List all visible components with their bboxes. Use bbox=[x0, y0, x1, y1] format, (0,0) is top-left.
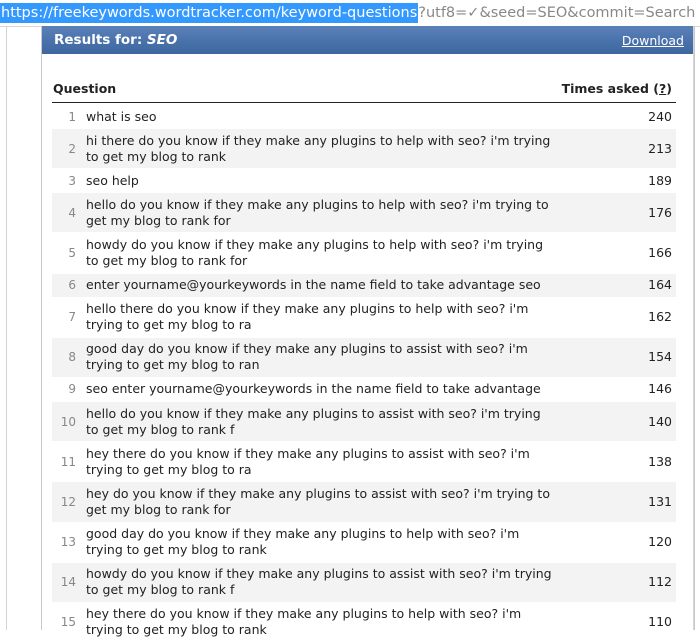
question-text: hey there do you know if they make any p… bbox=[86, 606, 522, 638]
question-text: hey do you know if they make any plugins… bbox=[86, 485, 550, 517]
address-bar[interactable]: https://freekeywords.wordtracker.com/key… bbox=[0, 0, 700, 27]
times-asked-count: 131 bbox=[648, 493, 672, 509]
question-text: hello do you know if they make any plugi… bbox=[86, 196, 549, 228]
row-number: 12 bbox=[60, 494, 76, 509]
row-number: 14 bbox=[60, 575, 76, 590]
table-row: 9 seo enter yourname@yourkeywords in the … bbox=[52, 378, 676, 402]
question-text: seo enter yourname@yourkeywords in the n… bbox=[86, 381, 541, 397]
row-number: 5 bbox=[68, 245, 76, 260]
question-text: what is seo bbox=[86, 108, 157, 124]
question-text: seo help bbox=[86, 172, 139, 188]
times-asked-count: 164 bbox=[648, 277, 672, 293]
times-asked-count: 140 bbox=[648, 413, 672, 429]
table-row: 6 enter yourname@yourkeywords in the name… bbox=[52, 273, 676, 298]
results-title: Results for: SEO bbox=[54, 32, 177, 48]
row-number: 7 bbox=[68, 310, 76, 325]
times-asked-count: 240 bbox=[648, 108, 672, 124]
table-row: 11 hey there do you know if they make any… bbox=[52, 442, 676, 483]
question-text: hi there do you know if they make any pl… bbox=[86, 132, 551, 164]
table-row: 3 seo help 189 bbox=[52, 169, 676, 194]
row-number: 10 bbox=[60, 414, 76, 429]
column-question: Question bbox=[53, 80, 117, 96]
table-row: 7 hello there do you know if they make an… bbox=[52, 298, 676, 338]
table-row: 12 hey do you know if they make any plugi… bbox=[52, 482, 676, 523]
table-header: Question Times asked (?) bbox=[52, 74, 676, 103]
row-number: 1 bbox=[68, 109, 76, 124]
results-table-body: 1 what is seo 240 2 hi there do you know if … bbox=[52, 105, 676, 643]
results-panel: Results for: SEO Download Question Times… bbox=[41, 26, 695, 643]
table-row: 15 hey there do you know if they make any… bbox=[52, 603, 676, 643]
address-bar-selected-url[interactable]: https://freekeywords.wordtracker.com/key… bbox=[0, 3, 419, 23]
table-row: 4 hello do you know if they make any plug… bbox=[52, 193, 676, 234]
column-times-asked-end: ) bbox=[666, 80, 672, 96]
column-times-asked-label: Times asked ( bbox=[561, 80, 660, 96]
download-link[interactable]: Download bbox=[622, 33, 684, 48]
question-text: howdy do you know if they make any plugi… bbox=[86, 566, 552, 598]
results-title-prefix: Results for: bbox=[54, 32, 143, 48]
question-text: hey there do you know if they make any p… bbox=[86, 445, 530, 477]
times-asked-count: 110 bbox=[648, 614, 672, 630]
times-asked-count: 120 bbox=[648, 534, 672, 550]
question-text: good day do you know if they make any pl… bbox=[86, 341, 528, 373]
row-number: 13 bbox=[60, 535, 76, 550]
page-right-border bbox=[693, 26, 694, 630]
row-number: 15 bbox=[60, 615, 76, 630]
question-text: enter yourname@yourkeywords in the name … bbox=[86, 277, 541, 293]
question-text: hello there do you know if they make any… bbox=[86, 301, 529, 333]
times-asked-count: 176 bbox=[648, 204, 672, 220]
row-number: 3 bbox=[68, 173, 76, 188]
question-text: howdy do you know if they make any plugi… bbox=[86, 236, 544, 268]
times-asked-count: 189 bbox=[648, 172, 672, 188]
table-row: 13 good day do you know if they make any … bbox=[52, 523, 676, 563]
table-row: 2 hi there do you know if they make any p… bbox=[52, 129, 676, 170]
times-asked-count: 138 bbox=[648, 453, 672, 469]
times-asked-count: 146 bbox=[648, 381, 672, 397]
table-row: 1 what is seo 240 bbox=[52, 105, 676, 129]
table-row: 14 howdy do you know if they make any plu… bbox=[52, 562, 676, 603]
results-seed: SEO bbox=[146, 32, 178, 48]
address-bar-query[interactable]: ?utf8=✓&seed=SEO&commit=Search bbox=[418, 5, 695, 21]
times-asked-count: 154 bbox=[648, 349, 672, 365]
row-number: 11 bbox=[60, 454, 76, 469]
times-asked-count: 213 bbox=[648, 140, 672, 156]
times-asked-count: 166 bbox=[648, 244, 672, 260]
row-number: 4 bbox=[68, 205, 76, 220]
question-text: hello do you know if they make any plugi… bbox=[86, 405, 541, 437]
question-text: good day do you know if they make any pl… bbox=[86, 526, 520, 558]
table-row: 10 hello do you know if they make any plu… bbox=[52, 401, 676, 443]
row-number: 2 bbox=[68, 141, 76, 156]
table-row: 8 good day do you know if they make any p… bbox=[52, 337, 676, 378]
results-header: Results for: SEO Download bbox=[42, 26, 694, 54]
times-asked-count: 112 bbox=[648, 574, 672, 590]
column-times-asked: Times asked (?) bbox=[562, 81, 676, 96]
table-row: 5 howdy do you know if they make any plug… bbox=[52, 233, 676, 274]
row-number: 6 bbox=[68, 278, 76, 293]
page-left-border bbox=[6, 26, 7, 630]
row-number: 9 bbox=[68, 382, 76, 397]
times-asked-count: 162 bbox=[648, 309, 672, 325]
row-number: 8 bbox=[68, 350, 76, 365]
